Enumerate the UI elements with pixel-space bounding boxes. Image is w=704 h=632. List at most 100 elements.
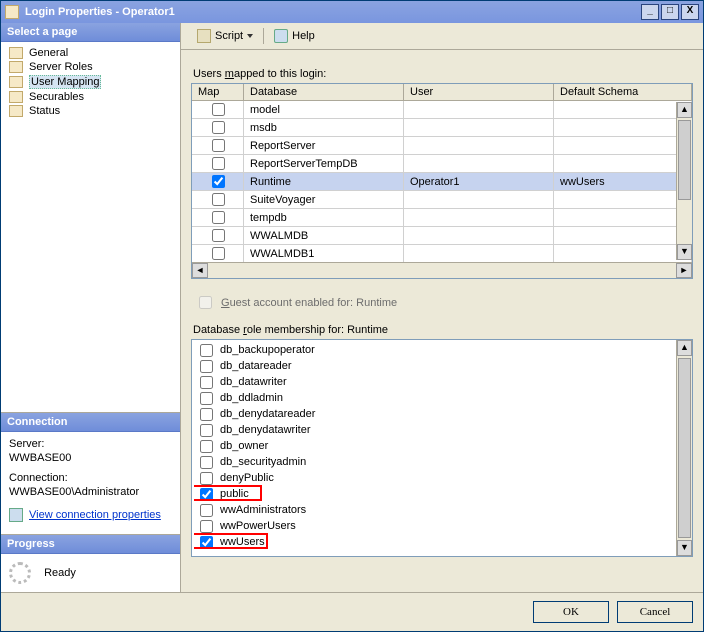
cell-schema (554, 137, 692, 155)
map-checkbox[interactable] (212, 139, 225, 152)
role-checkbox[interactable] (200, 488, 213, 501)
role-checkbox[interactable] (200, 520, 213, 533)
page-icon (9, 47, 23, 59)
role-checkbox[interactable] (200, 536, 213, 549)
role-checkbox[interactable] (200, 344, 213, 357)
cell-database: Runtime (244, 173, 404, 191)
role-checkbox[interactable] (200, 424, 213, 437)
role-checkbox[interactable] (200, 408, 213, 421)
help-button[interactable]: Help (268, 27, 321, 45)
cell-user (404, 155, 554, 173)
nav-user-mapping[interactable]: User Mapping (1, 74, 180, 90)
role-item[interactable]: public (194, 486, 674, 502)
ok-button[interactable]: OK (533, 601, 609, 623)
role-item[interactable]: db_securityadmin (194, 454, 674, 470)
nav-label: User Mapping (29, 75, 101, 89)
role-item[interactable]: wwPowerUsers (194, 518, 674, 534)
maximize-button[interactable]: □ (661, 4, 679, 20)
role-label: wwAdministrators (220, 504, 306, 516)
cell-schema (554, 227, 692, 245)
col-schema[interactable]: Default Schema (554, 84, 692, 101)
map-checkbox[interactable] (212, 193, 225, 206)
role-checkbox[interactable] (200, 472, 213, 485)
role-item[interactable]: wwUsers (194, 534, 674, 550)
script-button[interactable]: Script (191, 27, 259, 45)
titlebar[interactable]: Login Properties - Operator1 _ □ X (1, 1, 703, 23)
col-user[interactable]: User (404, 84, 554, 101)
spinner-icon (9, 562, 31, 584)
scroll-thumb[interactable] (678, 120, 691, 200)
map-checkbox[interactable] (212, 229, 225, 242)
cell-user: Operator1 (404, 173, 554, 191)
map-checkbox[interactable] (212, 121, 225, 134)
dialog-footer: OK Cancel (1, 592, 703, 631)
table-row[interactable]: ReportServerTempDB (192, 155, 692, 173)
nav-status[interactable]: Status (1, 104, 180, 118)
map-checkbox[interactable] (212, 247, 225, 260)
view-connection-properties[interactable]: View connection properties (9, 508, 172, 522)
table-row[interactable]: WWALMDB (192, 227, 692, 245)
help-icon (274, 29, 288, 43)
table-row[interactable]: WWALMDB1 (192, 245, 692, 263)
scroll-left-icon[interactable]: ◄ (192, 263, 208, 278)
role-item[interactable]: db_denydatawriter (194, 422, 674, 438)
role-checkbox[interactable] (200, 456, 213, 469)
table-row[interactable]: model (192, 101, 692, 119)
user-mapping-grid[interactable]: Map Database User Default Schema modelms… (191, 83, 693, 279)
role-label: db_datareader (220, 360, 292, 372)
role-label: db_securityadmin (220, 456, 306, 468)
cell-schema (554, 155, 692, 173)
grid-hscrollbar[interactable]: ◄ ► (192, 262, 692, 278)
role-checkbox[interactable] (200, 504, 213, 517)
role-item[interactable]: db_denydatareader (194, 406, 674, 422)
role-label: db_datawriter (220, 376, 287, 388)
role-checkbox[interactable] (200, 360, 213, 373)
map-checkbox[interactable] (212, 103, 225, 116)
role-checkbox[interactable] (200, 376, 213, 389)
page-icon (9, 105, 23, 117)
scroll-down-icon[interactable]: ▼ (677, 244, 692, 260)
role-item[interactable]: denyPublic (194, 470, 674, 486)
grid-vscrollbar[interactable]: ▲ ▼ (676, 102, 692, 260)
role-label: db_ddladmin (220, 392, 283, 404)
scroll-thumb[interactable] (678, 358, 691, 538)
table-row[interactable]: ReportServer (192, 137, 692, 155)
cell-user (404, 209, 554, 227)
roles-vscrollbar[interactable]: ▲ ▼ (676, 340, 692, 556)
role-item[interactable]: db_owner (194, 438, 674, 454)
minimize-button[interactable]: _ (641, 4, 659, 20)
scroll-up-icon[interactable]: ▲ (677, 102, 692, 118)
role-label: db_owner (220, 440, 268, 452)
map-checkbox[interactable] (212, 157, 225, 170)
role-label: db_backupoperator (220, 344, 315, 356)
close-button[interactable]: X (681, 4, 699, 20)
scroll-up-icon[interactable]: ▲ (677, 340, 692, 356)
role-checkbox[interactable] (200, 440, 213, 453)
select-page-header: Select a page (1, 23, 180, 42)
role-item[interactable]: wwAdministrators (194, 502, 674, 518)
nav-server-roles[interactable]: Server Roles (1, 60, 180, 74)
map-checkbox[interactable] (212, 211, 225, 224)
table-row[interactable]: SuiteVoyager (192, 191, 692, 209)
scroll-right-icon[interactable]: ► (676, 263, 692, 278)
role-membership-list[interactable]: db_backupoperator db_datareader db_datawri… (191, 339, 693, 557)
role-item[interactable]: db_backupoperator (194, 342, 674, 358)
scroll-down-icon[interactable]: ▼ (677, 540, 692, 556)
role-item[interactable]: db_datawriter (194, 374, 674, 390)
role-item[interactable]: db_datareader (194, 358, 674, 374)
table-row[interactable]: RuntimeOperator1wwUsers (192, 173, 692, 191)
role-item[interactable]: db_ddladmin (194, 390, 674, 406)
cancel-button[interactable]: Cancel (617, 601, 693, 623)
role-checkbox[interactable] (200, 392, 213, 405)
col-database[interactable]: Database (244, 84, 404, 101)
col-map[interactable]: Map (192, 84, 244, 101)
nav-general[interactable]: General (1, 46, 180, 60)
progress-header: Progress (1, 535, 180, 554)
guest-account-checkbox: Guest account enabled for: Runtime (195, 293, 693, 312)
table-row[interactable]: msdb (192, 119, 692, 137)
nav-securables[interactable]: Securables (1, 90, 180, 104)
table-row[interactable]: tempdb (192, 209, 692, 227)
map-checkbox[interactable] (212, 175, 225, 188)
cell-schema (554, 119, 692, 137)
cell-schema: wwUsers (554, 173, 692, 191)
